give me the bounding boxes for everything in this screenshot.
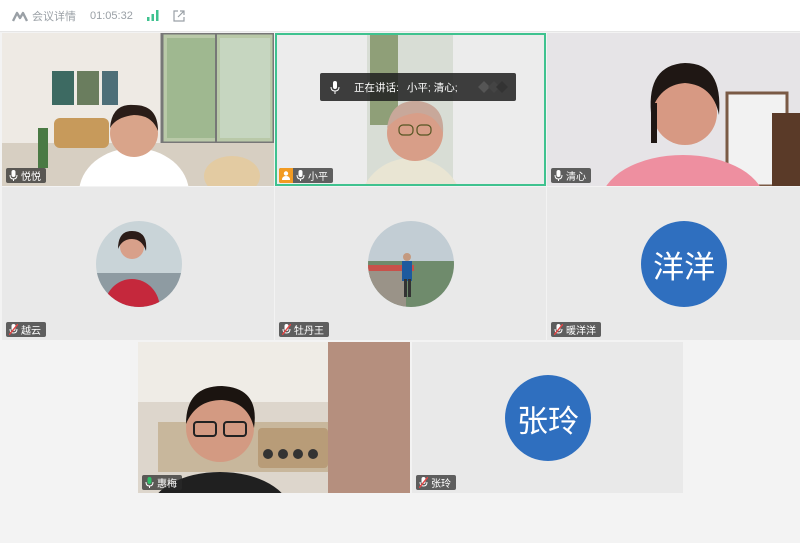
- participant-video: [138, 342, 410, 493]
- microphone-icon: [296, 170, 305, 181]
- participant-name: 越云: [21, 326, 41, 337]
- microphone-muted-icon: [554, 324, 563, 335]
- microphone-icon: [554, 170, 563, 181]
- participant-name: 惠梅: [157, 479, 177, 490]
- participant-name-tag: 张玲: [416, 475, 456, 490]
- signal-icon[interactable]: [146, 10, 159, 21]
- participant-name-tag: 清心: [551, 168, 591, 183]
- participant-name: 小平: [308, 172, 328, 183]
- microphone-icon: [330, 80, 340, 94]
- participant-name-tag: 暖洋洋: [551, 322, 601, 337]
- participant-video: [547, 33, 800, 186]
- participant-tile-qingxin[interactable]: 清心: [547, 33, 800, 186]
- meeting-timer: 01:05:32: [90, 9, 133, 22]
- participant-name-tag: 小平: [279, 168, 333, 183]
- participant-tile-yueyun[interactable]: 越云: [2, 187, 274, 340]
- speaking-banner: 正在讲话: 小平; 清心;: [320, 73, 516, 101]
- camera-badge-icon: [279, 168, 293, 183]
- participant-name: 清心: [566, 172, 586, 183]
- microphone-icon: [9, 170, 18, 181]
- app-logo-icon: [12, 11, 28, 22]
- participant-avatar: 洋洋: [641, 221, 727, 307]
- participant-tile-yueyue[interactable]: 悦悦: [2, 33, 274, 186]
- participant-name-tag: 牡丹王: [279, 322, 329, 337]
- participant-tile-huimei[interactable]: 惠梅: [138, 342, 410, 493]
- participant-name: 张玲: [431, 479, 451, 490]
- participant-avatar: 张玲: [505, 375, 591, 461]
- audio-wave-icon: [478, 81, 508, 93]
- participant-video: [2, 33, 274, 186]
- speaking-names: 小平; 清心;: [406, 81, 458, 94]
- microphone-muted-icon: [282, 324, 291, 335]
- participant-tile-mudanwang[interactable]: 牡丹王: [275, 187, 546, 340]
- participant-name-tag: 惠梅: [142, 475, 182, 490]
- participant-name-tag: 越云: [6, 322, 46, 337]
- participant-name-tag: 悦悦: [6, 168, 46, 183]
- participant-avatar: [368, 221, 454, 307]
- top-bar: 会议详情 01:05:32: [0, 0, 800, 32]
- participant-avatar: [96, 221, 182, 307]
- participant-name: 暖洋洋: [566, 326, 596, 337]
- speaking-label: 正在讲话:: [354, 81, 399, 94]
- microphone-muted-icon: [9, 324, 18, 335]
- microphone-muted-icon: [419, 477, 428, 488]
- meeting-detail-link[interactable]: 会议详情: [32, 8, 76, 24]
- external-link-icon[interactable]: [173, 9, 185, 22]
- microphone-muted-icon: [145, 477, 154, 488]
- participant-tile-xiaoping[interactable]: 小平: [275, 33, 546, 186]
- participant-tile-nuanyangyang[interactable]: 洋洋 暖洋洋: [547, 187, 800, 340]
- participant-tile-zhangling[interactable]: 张玲 张玲: [412, 342, 683, 493]
- participant-name: 牡丹王: [294, 326, 324, 337]
- participant-name: 悦悦: [21, 172, 41, 183]
- participant-video: [364, 35, 458, 186]
